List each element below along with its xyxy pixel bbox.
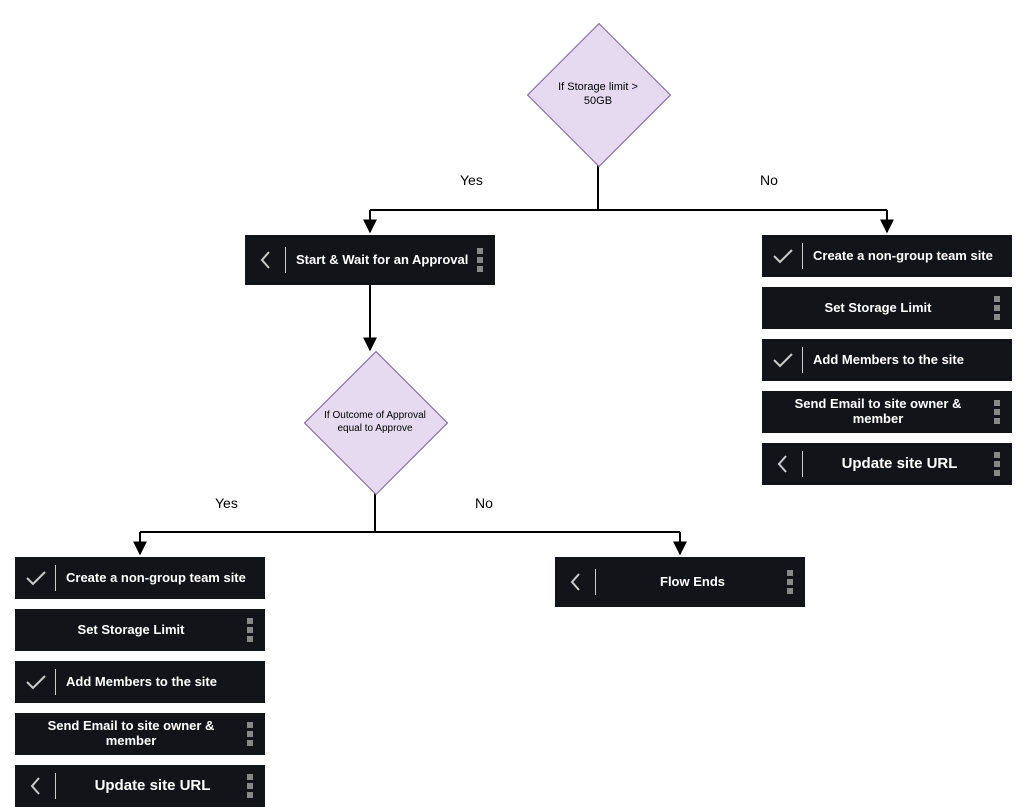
checkmark-icon	[770, 347, 796, 373]
chevron-left-icon	[23, 773, 49, 799]
branch-label-yes-1: Yes	[460, 172, 483, 188]
step-send-email-l[interactable]: Send Email to site owner & member	[15, 713, 265, 755]
checkmark-icon	[23, 669, 49, 695]
step-label: Set Storage Limit	[23, 623, 239, 638]
step-label: Send Email to site owner & member	[23, 719, 239, 749]
decision-approval-outcome-text: If Outcome of Approval equal to Approve	[300, 372, 450, 472]
step-label: Update site URL	[66, 777, 239, 794]
step-label: Create a non-group team site	[66, 571, 255, 586]
step-flow-ends[interactable]: Flow Ends	[555, 557, 805, 607]
drag-handle-icon[interactable]	[994, 451, 1002, 477]
decision-approval-outcome: If Outcome of Approval equal to Approve	[300, 372, 450, 472]
drag-handle-icon[interactable]	[787, 569, 795, 595]
chevron-left-icon	[563, 569, 589, 595]
step-label: Set Storage Limit	[770, 301, 986, 316]
branch-label-no-2: No	[475, 495, 493, 511]
drag-handle-icon[interactable]	[247, 773, 255, 799]
drag-handle-icon[interactable]	[247, 617, 255, 643]
checkmark-icon	[770, 243, 796, 269]
drag-handle-icon[interactable]	[477, 247, 485, 273]
chevron-left-icon	[770, 451, 796, 477]
decision-storage-limit-text: If Storage limit > 50GB	[523, 44, 673, 144]
branch-label-no-1: No	[760, 172, 778, 188]
drag-handle-icon[interactable]	[994, 295, 1002, 321]
step-add-members-r[interactable]: Add Members to the site	[762, 339, 1012, 381]
drag-handle-icon[interactable]	[994, 399, 1002, 425]
step-update-url-l[interactable]: Update site URL	[15, 765, 265, 807]
checkmark-icon	[23, 565, 49, 591]
step-label: Add Members to the site	[813, 353, 1002, 368]
drag-handle-icon[interactable]	[247, 721, 255, 747]
step-label: Create a non-group team site	[813, 249, 1002, 264]
step-add-members-l[interactable]: Add Members to the site	[15, 661, 265, 703]
decision-storage-limit: If Storage limit > 50GB	[523, 44, 673, 144]
step-create-site-l[interactable]: Create a non-group team site	[15, 557, 265, 599]
chevron-left-icon	[253, 247, 279, 273]
step-start-wait-approval[interactable]: Start & Wait for an Approval	[245, 235, 495, 285]
step-set-storage-r[interactable]: Set Storage Limit	[762, 287, 1012, 329]
step-update-url-r[interactable]: Update site URL	[762, 443, 1012, 485]
step-create-site-r[interactable]: Create a non-group team site	[762, 235, 1012, 277]
flowchart-canvas: If Storage limit > 50GB Yes No Start & W…	[0, 0, 1024, 759]
step-label: Flow Ends	[606, 575, 779, 590]
step-send-email-r[interactable]: Send Email to site owner & member	[762, 391, 1012, 433]
step-label: Start & Wait for an Approval	[296, 253, 469, 268]
branch-label-yes-2: Yes	[215, 495, 238, 511]
step-set-storage-l[interactable]: Set Storage Limit	[15, 609, 265, 651]
step-label: Add Members to the site	[66, 675, 255, 690]
step-label: Update site URL	[813, 455, 986, 472]
step-label: Send Email to site owner & member	[770, 397, 986, 427]
